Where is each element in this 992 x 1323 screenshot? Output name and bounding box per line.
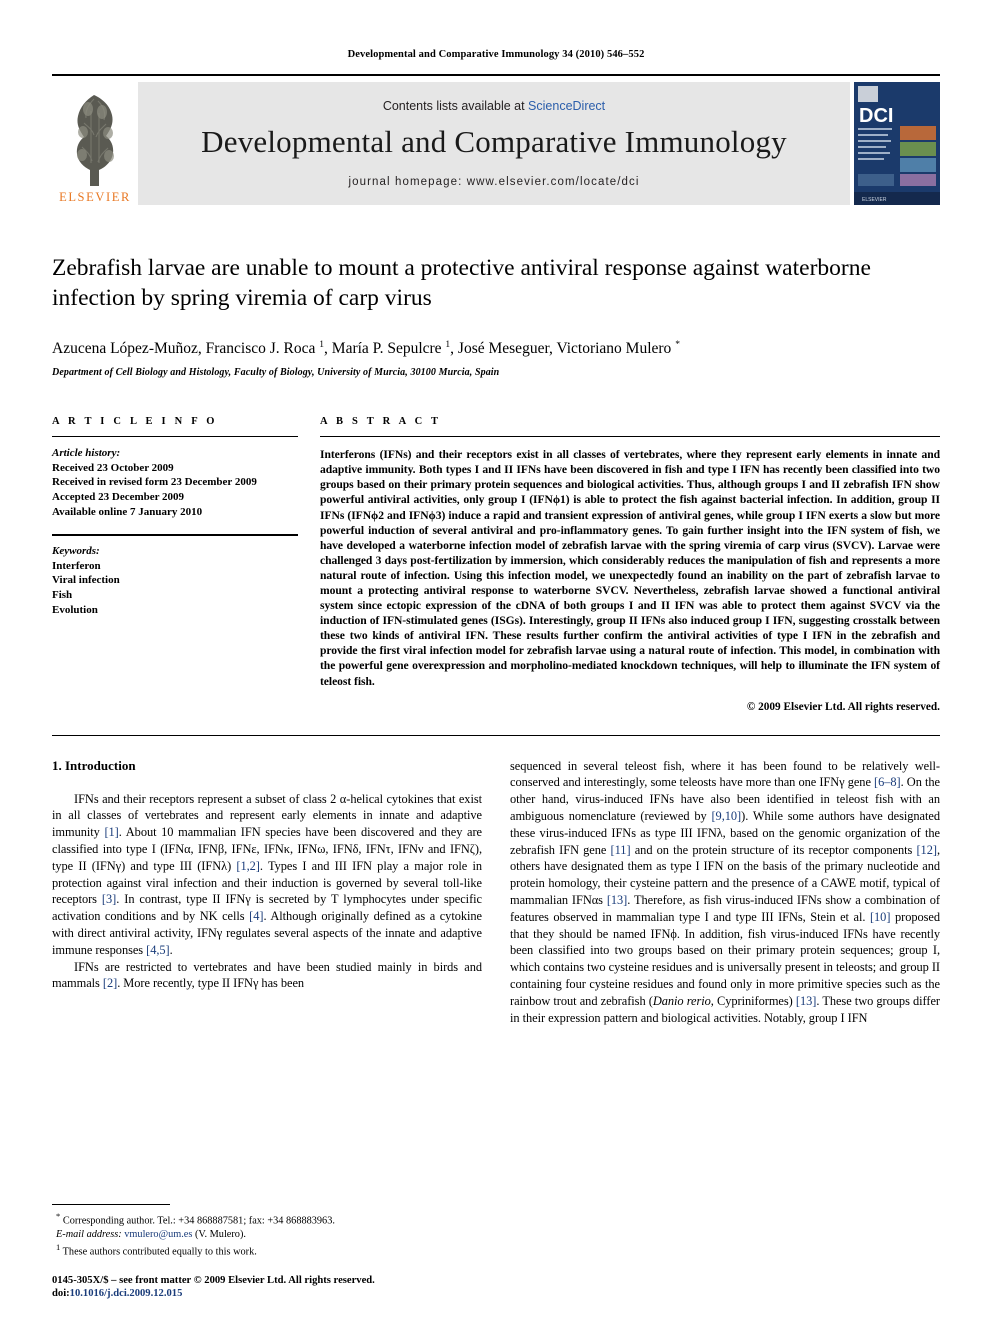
keyword-item: Interferon (52, 559, 101, 572)
footnote-block: * Corresponding author. Tel.: +34 868887… (52, 1203, 482, 1259)
doi-value[interactable]: 10.1016/j.dci.2009.12.015 (70, 1288, 183, 1299)
abstract-column: A B S T R A C T Interferons (IFNs) and t… (320, 416, 940, 713)
running-head: Developmental and Comparative Immunology… (347, 49, 645, 60)
affiliation: Department of Cell Biology and Histology… (52, 367, 500, 379)
body-paragraph: IFNs are restricted to vertebrates and h… (52, 959, 482, 991)
elsevier-tree-icon (76, 95, 114, 186)
abstract-text: Interferons (IFNs) and their receptors e… (320, 448, 940, 688)
title-block: Zebrafish larvae are unable to mount a p… (52, 253, 940, 378)
imprint-block: 0145-305X/$ – see front matter © 2009 El… (52, 1274, 612, 1301)
footnote-equal-contribution: 1 These authors contributed equally to t… (56, 1242, 257, 1258)
copyright-line: © 2009 Elsevier Ltd. All rights reserved… (746, 700, 940, 713)
journal-homepage[interactable]: journal homepage: www.elsevier.com/locat… (348, 176, 639, 188)
journal-title: Developmental and Comparative Immunology (201, 124, 787, 159)
imprint-doi: doi:10.1016/j.dci.2009.12.015 (52, 1287, 612, 1301)
doi-label: doi: (52, 1288, 70, 1300)
body-column-left: 1. Introduction IFNs and their receptors… (52, 758, 482, 1027)
keywords-label: Keywords: (52, 545, 100, 558)
svg-text:DCI: DCI (859, 105, 893, 127)
info-abstract-section: A R T I C L E I N F O Article history: R… (52, 416, 940, 713)
author-list: Azucena López-Muñoz, Francisco J. Roca 1… (52, 340, 680, 358)
keyword-item: Fish (52, 588, 73, 601)
divider-body-top (52, 734, 940, 736)
body-column-right: sequenced in several teleost fish, where… (510, 758, 940, 1027)
elsevier-logo: ELSEVIER (52, 76, 138, 207)
svg-text:ELSEVIER: ELSEVIER (862, 197, 887, 203)
body-paragraph: sequenced in several teleost fish, where… (510, 758, 941, 1025)
history-item: Received 23 October 2009 (52, 461, 174, 474)
elsevier-wordmark: ELSEVIER (59, 190, 131, 204)
article-history-block: Article history: Received 23 October 200… (52, 437, 298, 519)
sciencedirect-link[interactable]: ScienceDirect (528, 99, 605, 113)
journal-article-page: Developmental and Comparative Immunology… (0, 0, 992, 1323)
history-item: Received in revised form 23 December 200… (52, 476, 257, 489)
contents-available-line: Contents lists available at ScienceDirec… (383, 99, 605, 113)
journal-cover-thumbnail: DCI ELSEVIER (854, 82, 940, 205)
keywords-block: Keywords: Interferon Viral infection Fis… (52, 536, 298, 617)
footnote-rule (52, 1203, 170, 1205)
article-info-heading: A R T I C L E I N F O (52, 416, 218, 428)
article-history-label: Article history: (52, 447, 121, 460)
contents-prefix: Contents lists available at (382, 99, 529, 113)
cover-art: DCI ELSEVIER (854, 82, 940, 205)
article-info-column: A R T I C L E I N F O Article history: R… (52, 416, 298, 713)
masthead-center: Contents lists available at ScienceDirec… (138, 82, 850, 205)
body-columns: 1. Introduction IFNs and their receptors… (52, 758, 940, 1027)
abstract-heading: A B S T R A C T (320, 416, 442, 428)
body-paragraph: IFNs and their receptors represent a sub… (52, 791, 483, 957)
imprint-front-matter: 0145-305X/$ – see front matter © 2009 El… (52, 1274, 375, 1286)
keyword-item: Evolution (52, 603, 98, 616)
keyword-item: Viral infection (52, 574, 120, 587)
section-heading-introduction: 1. Introduction (52, 757, 136, 773)
journal-masthead: ELSEVIER Contents lists available at Sci… (52, 74, 940, 207)
page-title: Zebrafish larvae are unable to mount a p… (52, 255, 871, 311)
footnote-corresponding-author: * Corresponding author. Tel.: +34 868887… (56, 1210, 335, 1227)
footnote-email[interactable]: E-mail address: vmulero@um.es (V. Mulero… (52, 1228, 482, 1241)
history-item: Accepted 23 December 2009 (52, 490, 185, 503)
history-item: Available online 7 January 2010 (52, 505, 203, 518)
